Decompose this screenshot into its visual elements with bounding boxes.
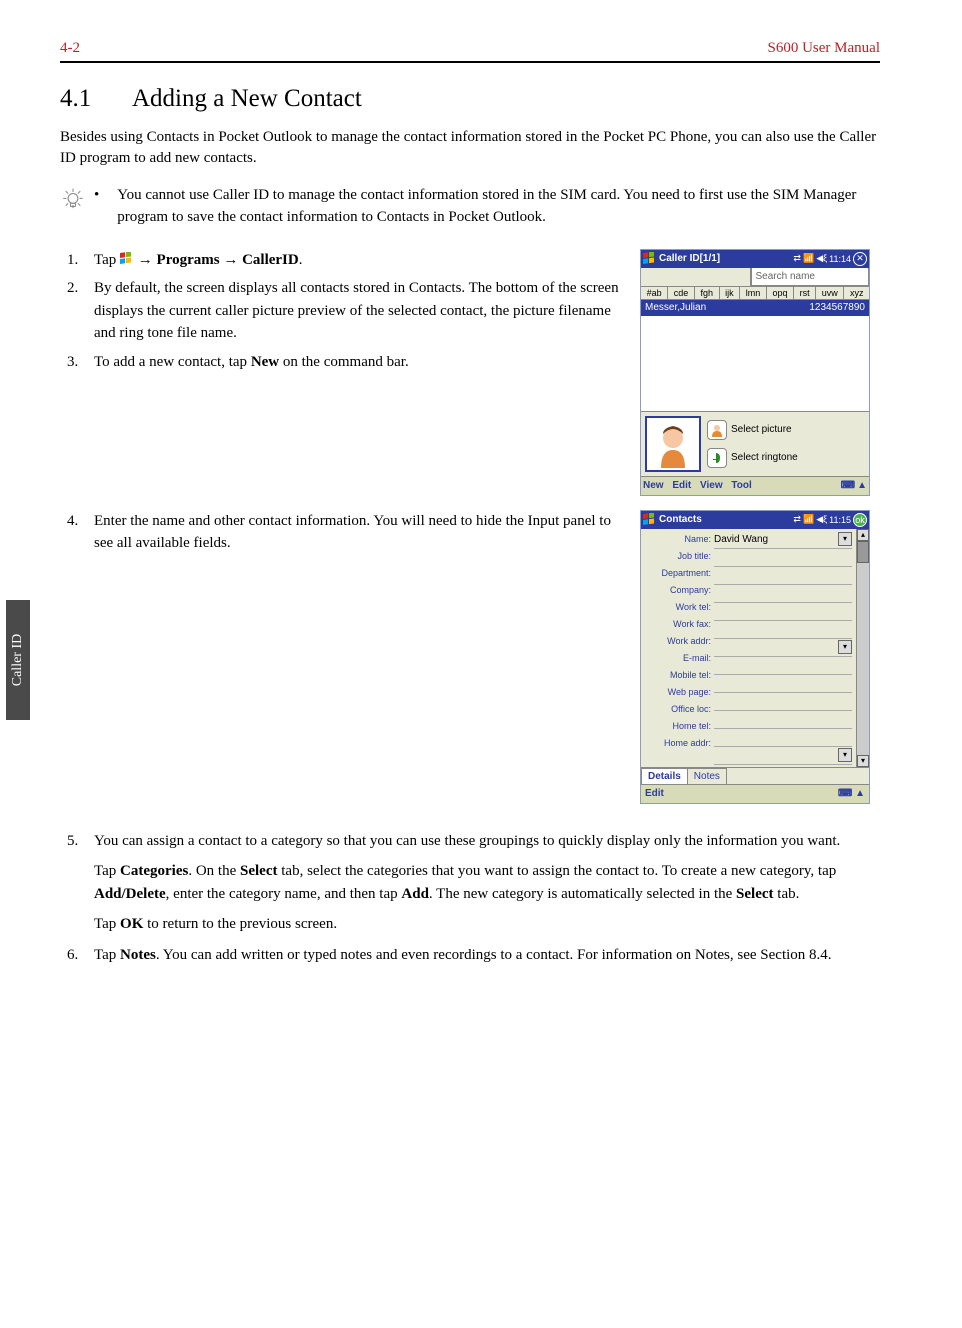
search-input[interactable]: Search name [751, 268, 870, 286]
note-text: You cannot use Caller ID to manage the c… [117, 185, 880, 229]
manual-title: S600 User Manual [768, 40, 881, 57]
speaker-icon[interactable]: ◀ξ [816, 514, 827, 525]
label-web-page: Web page: [641, 684, 711, 701]
label-work-fax: Work fax: [641, 616, 711, 633]
intro-paragraph: Besides using Contacts in Pocket Outlook… [60, 127, 880, 169]
windows-flag-icon [120, 252, 134, 266]
alpha-filter-row[interactable]: #ab cde fgh ijk lmn opq rst uvw xyz [641, 286, 869, 300]
edit-command[interactable]: Edit [645, 788, 664, 799]
close-icon[interactable]: ✕ [853, 252, 867, 266]
home-addr-field[interactable]: ▾ [714, 747, 852, 765]
start-icon[interactable] [643, 513, 657, 527]
chevron-down-icon[interactable]: ▾ [838, 640, 852, 654]
chevron-down-icon[interactable]: ▾ [838, 532, 852, 546]
email-field[interactable] [714, 657, 852, 675]
contact-row-selected[interactable]: Messer,Julian 1234567890 [641, 300, 869, 316]
web-page-field[interactable] [714, 693, 852, 711]
department-field[interactable] [714, 567, 852, 585]
step-4: Enter the name and other contact informa… [82, 510, 620, 555]
label-work-tel: Work tel: [641, 599, 711, 616]
keyboard-icon[interactable]: ⌨ [841, 480, 855, 491]
step-5: You can assign a contact to a category s… [82, 830, 880, 936]
scrollbar[interactable]: ▴ ▾ [856, 529, 869, 767]
scroll-up-icon[interactable]: ▴ [857, 529, 869, 541]
alpha-tab[interactable]: cde [668, 287, 695, 299]
alpha-tab[interactable]: lmn [740, 287, 767, 299]
label-email: E-mail: [641, 650, 711, 667]
ok-button[interactable]: ok [853, 513, 867, 527]
alpha-tab[interactable]: #ab [641, 287, 668, 299]
step-2: By default, the screen displays all cont… [82, 277, 620, 345]
name-field[interactable]: David Wang▾ [714, 531, 852, 549]
note-block: • You cannot use Caller ID to manage the… [60, 185, 880, 229]
view-command[interactable]: View [700, 480, 723, 491]
speaker-icon[interactable]: ◀ξ [816, 253, 827, 264]
section-heading: 4.1Adding a New Contact [60, 85, 880, 113]
ringtone-icon [707, 448, 727, 468]
picture-icon [707, 420, 727, 440]
alpha-tab[interactable]: ijk [720, 287, 741, 299]
step-3: To add a new contact, tap New on the com… [82, 351, 620, 374]
note-bullet: • [94, 187, 99, 204]
alpha-tab[interactable]: rst [794, 287, 816, 299]
clock-time: 11:15 [829, 515, 851, 525]
signal-icon[interactable]: 📶 [803, 514, 814, 525]
tool-command[interactable]: Tool [731, 480, 751, 491]
label-home-addr: Home addr: [641, 735, 711, 752]
step-6: Tap Notes. You can add written or typed … [82, 944, 880, 967]
work-fax-field[interactable] [714, 621, 852, 639]
label-company: Company: [641, 582, 711, 599]
lightbulb-icon [60, 187, 86, 218]
label-work-addr: Work addr: [641, 633, 711, 650]
chevron-down-icon[interactable]: ▾ [838, 748, 852, 762]
connectivity-icon[interactable]: ⇄ [793, 253, 801, 264]
select-picture-row[interactable]: Select picture [707, 420, 865, 440]
alpha-tab[interactable]: uvw [816, 287, 844, 299]
contact-number: 1234567890 [809, 302, 865, 313]
start-icon[interactable] [643, 252, 657, 266]
edit-command[interactable]: Edit [672, 480, 691, 491]
connectivity-icon[interactable]: ⇄ [793, 514, 801, 525]
contact-name: Messer,Julian [645, 302, 706, 313]
clock-time: 11:14 [829, 254, 851, 264]
job-title-field[interactable] [714, 549, 852, 567]
new-command[interactable]: New [643, 480, 664, 491]
page-number: 4-2 [60, 40, 80, 57]
up-arrow-icon[interactable]: ▲ [855, 788, 865, 799]
work-tel-field[interactable] [714, 603, 852, 621]
work-addr-field[interactable]: ▾ [714, 639, 852, 657]
select-ringtone-row[interactable]: Select ringtone [707, 448, 865, 468]
screenshot-caller-id: Caller ID[1/1] ⇄ 📶 ◀ξ 11:14 ✕ Search nam… [640, 249, 870, 496]
page-header: 4-2 S600 User Manual [60, 40, 880, 63]
alpha-tab[interactable]: fgh [695, 287, 720, 299]
up-arrow-icon[interactable]: ▲ [857, 480, 867, 491]
window-title: Caller ID[1/1] [659, 253, 720, 264]
window-title: Contacts [659, 514, 702, 525]
caller-picture-preview [645, 416, 701, 472]
tab-notes[interactable]: Notes [687, 768, 727, 784]
scroll-down-icon[interactable]: ▾ [857, 755, 869, 767]
keyboard-icon[interactable]: ⌨ [838, 788, 852, 799]
label-home-tel: Home tel: [641, 718, 711, 735]
label-job-title: Job title: [641, 548, 711, 565]
step-1: Tap → Programs → CallerID. [82, 249, 620, 272]
company-field[interactable] [714, 585, 852, 603]
signal-icon[interactable]: 📶 [803, 253, 814, 264]
side-tab: Caller ID [6, 600, 30, 720]
screenshot-contacts-form: Contacts ⇄ 📶 ◀ξ 11:15 ok Name: Job title… [640, 510, 870, 804]
alpha-tab[interactable]: opq [767, 287, 794, 299]
home-tel-field[interactable] [714, 729, 852, 747]
tab-details[interactable]: Details [641, 768, 688, 784]
office-loc-field[interactable] [714, 711, 852, 729]
label-name: Name: [641, 531, 711, 548]
scroll-thumb[interactable] [857, 541, 869, 563]
alpha-tab[interactable]: xyz [844, 287, 869, 299]
label-mobile-tel: Mobile tel: [641, 667, 711, 684]
label-department: Department: [641, 565, 711, 582]
mobile-tel-field[interactable] [714, 675, 852, 693]
label-office-loc: Office loc: [641, 701, 711, 718]
